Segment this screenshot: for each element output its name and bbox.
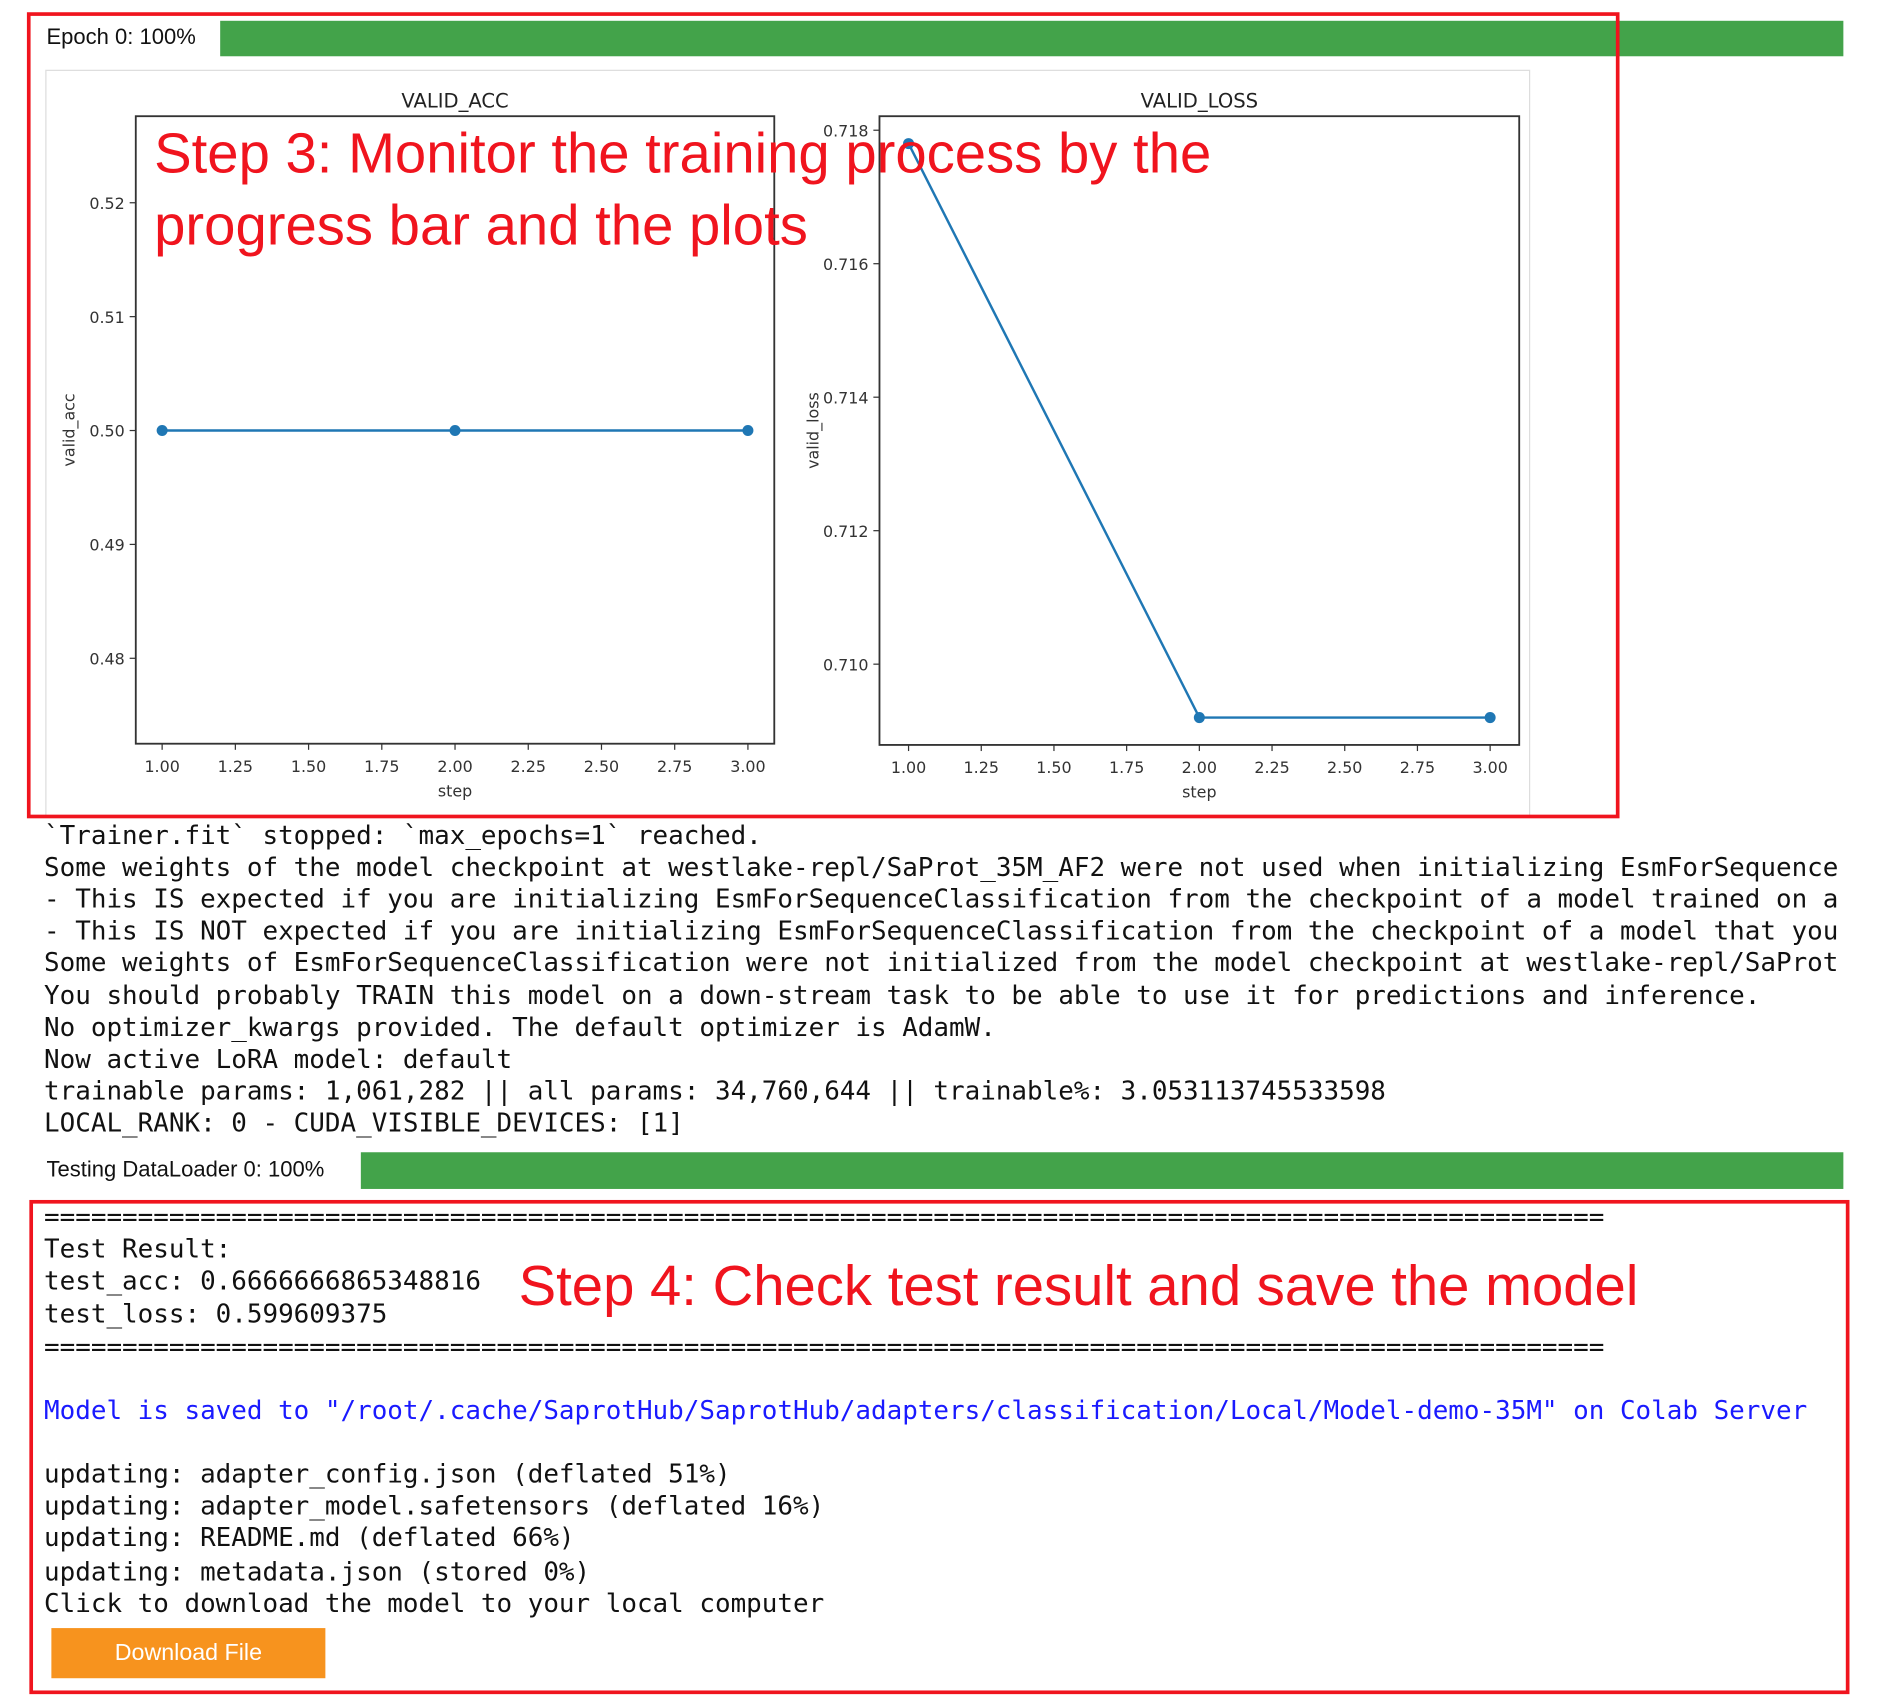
log-line: You should probably TRAIN this model on …	[44, 979, 1761, 1010]
log-line: - This IS NOT expected if you are initia…	[44, 915, 1839, 946]
log-line: trainable params: 1,061,282 || all param…	[44, 1074, 1386, 1106]
step4-annotation: Step 4: Check test result and save the m…	[518, 1253, 1639, 1318]
log-line: `Trainer.fit` stopped: `max_epochs=1` re…	[44, 819, 762, 851]
log-line: - This IS expected if you are initializi…	[44, 883, 1839, 914]
testing-progress-label: Testing DataLoader 0: 100%	[46, 1157, 325, 1182]
log-line: LOCAL_RANK: 0 - CUDA_VISIBLE_DEVICES: [1…	[44, 1106, 684, 1138]
log-line: Some weights of the model checkpoint at …	[44, 851, 1839, 883]
log-line: Some weights of EsmForSequenceClassifica…	[44, 947, 1839, 978]
log-line: No optimizer_kwargs provided. The defaul…	[44, 1011, 996, 1042]
log-line: Now active LoRA model: default	[44, 1043, 513, 1074]
step3-annotation-line2: progress bar and the plots	[154, 193, 808, 257]
step3-annotation-line1: Step 3: Monitor the training process by …	[154, 121, 1212, 185]
testing-progress-bar	[360, 1152, 1844, 1189]
